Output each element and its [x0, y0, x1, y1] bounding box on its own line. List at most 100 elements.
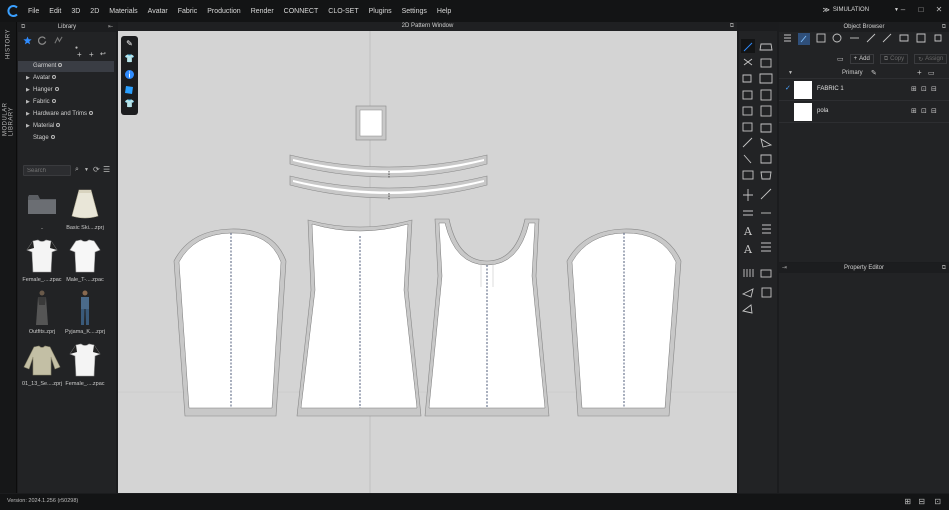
garment-icon[interactable]: 👕 [124, 99, 135, 110]
pattern-piece-band-2[interactable] [289, 175, 488, 200]
measure-icon[interactable] [760, 188, 772, 200]
library-item[interactable]: Female_....zpac [65, 340, 105, 387]
transform-icon[interactable] [760, 58, 772, 68]
menu-clo-set[interactable]: CLO-SET [328, 8, 358, 15]
menu-plugins[interactable]: Plugins [369, 8, 392, 15]
copy-button[interactable]: ⧉ Copy [879, 54, 909, 64]
detach-icon[interactable]: ⧉ [942, 22, 946, 32]
tab-modular-library[interactable]: MODULAR LIBRARY [0, 74, 17, 136]
tree-item-garment[interactable]: Garment [18, 61, 114, 72]
library-item[interactable]: Basic Ski....zprj [65, 184, 105, 231]
dart-icon[interactable] [742, 122, 753, 132]
pin-icon[interactable]: ⇥ [782, 263, 787, 273]
minimize-icon[interactable]: – [899, 5, 907, 15]
settings-dot-icon[interactable]: ● [75, 45, 78, 51]
menu-materials[interactable]: Materials [109, 8, 137, 15]
apply-icon[interactable]: ⊞ [911, 107, 917, 115]
internal-rect-icon[interactable] [760, 89, 772, 101]
collapse-icon[interactable]: ⇤ [108, 22, 113, 32]
select-move-icon[interactable] [741, 39, 755, 53]
chevron-down-icon[interactable]: ▼ [788, 70, 793, 76]
grading-icon[interactable] [743, 189, 753, 201]
free-sewing-icon[interactable] [760, 154, 772, 164]
check-icon[interactable]: ✓ [785, 84, 791, 92]
pattern-piece-front[interactable] [296, 219, 422, 417]
pattern-piece-band-1[interactable] [289, 154, 488, 178]
tab-history[interactable]: HISTORY [0, 28, 17, 60]
button-icon[interactable] [760, 269, 772, 278]
library-item[interactable]: .. [22, 184, 62, 231]
pattern-piece-sleeve-right[interactable] [566, 228, 682, 417]
mode-selector[interactable]: ≫ SIMULATION ▼ [822, 6, 899, 14]
fabric-tab-icon[interactable] [798, 33, 810, 45]
texture-edit-icon[interactable] [741, 288, 754, 298]
fabric-row[interactable]: pola ⊞ ⊡ ⊟ [779, 101, 949, 123]
fold-icon[interactable] [760, 138, 773, 148]
menu-render[interactable]: Render [251, 8, 274, 15]
avatar-tab-icon[interactable] [916, 33, 926, 43]
group-header[interactable]: ▼ Primary ✎ + ▭ [779, 68, 949, 79]
list-view-icon[interactable]: ☰ [103, 165, 110, 174]
sync-icon[interactable] [54, 36, 63, 45]
pattern-stripes-icon[interactable] [743, 269, 754, 277]
button-tab-icon[interactable] [832, 33, 842, 43]
apply-icon[interactable]: ⊞ [911, 85, 917, 93]
pattern-canvas[interactable] [118, 22, 737, 493]
add-icon[interactable]: + [917, 68, 922, 77]
fabric-row[interactable]: ✓ FABRIC 1 ⊞ ⊡ ⊟ [779, 79, 949, 101]
rectangle-icon[interactable] [742, 90, 753, 100]
pattern-piece-sleeve-left[interactable] [173, 228, 287, 417]
duplicate-icon[interactable]: ⊡ [921, 107, 927, 115]
pattern-piece-back[interactable] [424, 218, 550, 417]
elastic-icon[interactable] [742, 170, 754, 180]
pen-icon[interactable]: ✎ [124, 39, 135, 50]
tshirt-icon[interactable]: 👕 [124, 54, 135, 65]
library-search-input[interactable] [23, 165, 71, 176]
refresh-icon[interactable] [38, 36, 47, 45]
shirring-icon[interactable] [760, 171, 772, 180]
edit-pattern-icon[interactable] [743, 58, 753, 66]
add-folder-icon[interactable]: + [77, 50, 82, 59]
edit-pencil-icon[interactable]: ✎ [871, 69, 877, 77]
tree-item-hanger[interactable]: ▶ Hanger [18, 85, 114, 96]
tree-item-material[interactable]: ▶ Material [18, 121, 114, 132]
annotation-list-icon[interactable] [762, 224, 771, 234]
chevron-right-icon[interactable]: ▶ [26, 97, 30, 108]
layout-icon[interactable]: ⊞ [904, 497, 911, 506]
chevron-right-icon[interactable]: ▶ [26, 73, 30, 84]
polygon-icon[interactable] [759, 73, 773, 84]
clo-logo-icon[interactable] [4, 2, 22, 20]
refresh-icon[interactable]: ⟳ [93, 165, 100, 174]
menu-production[interactable]: Production [207, 8, 240, 15]
annotation-grid-icon[interactable] [761, 242, 771, 252]
puckering-icon[interactable] [741, 304, 753, 314]
menu-3d[interactable]: 3D [71, 8, 80, 15]
library-item[interactable]: 01_13_Se....zprj [22, 340, 62, 387]
library-item[interactable]: Outfits.zprj [22, 288, 62, 335]
menu-connect[interactable]: CONNECT [284, 8, 319, 15]
menu-fabric[interactable]: Fabric [178, 8, 197, 15]
trim-tab-icon[interactable] [899, 34, 909, 42]
annotation-text-2-icon[interactable]: A [743, 243, 753, 256]
tree-item-fabric[interactable]: ▶ Fabric [18, 97, 114, 108]
pattern-piece-square[interactable] [355, 105, 387, 141]
menu-2d[interactable]: 2D [90, 8, 99, 15]
delete-icon[interactable]: ⊟ [931, 107, 937, 115]
library-item[interactable]: Pyjama_K....zprj [65, 288, 105, 335]
detach-icon[interactable]: ⧉ [21, 22, 25, 32]
ruler-icon[interactable] [743, 210, 753, 216]
maximize-icon[interactable]: □ [917, 5, 925, 15]
add-icon[interactable]: + [89, 50, 94, 59]
menu-edit[interactable]: Edit [49, 8, 61, 15]
detach-icon[interactable]: ⧉ [942, 263, 946, 273]
tree-item-avatar[interactable]: ▶ Avatar [18, 73, 114, 84]
maximize-window-icon[interactable]: ⧉ [730, 22, 734, 31]
trace-icon[interactable] [742, 137, 753, 148]
chevron-down-icon[interactable]: ▼ [84, 167, 89, 173]
split-view-icon[interactable]: ⊟ [918, 497, 925, 506]
search-icon[interactable]: ⌕ [75, 166, 79, 174]
close-icon[interactable]: ✕ [935, 5, 943, 15]
chevron-right-icon[interactable]: ▶ [26, 85, 30, 96]
fabric-swatch[interactable] [794, 103, 812, 121]
fullscreen-icon[interactable]: ⊡ [934, 497, 941, 506]
